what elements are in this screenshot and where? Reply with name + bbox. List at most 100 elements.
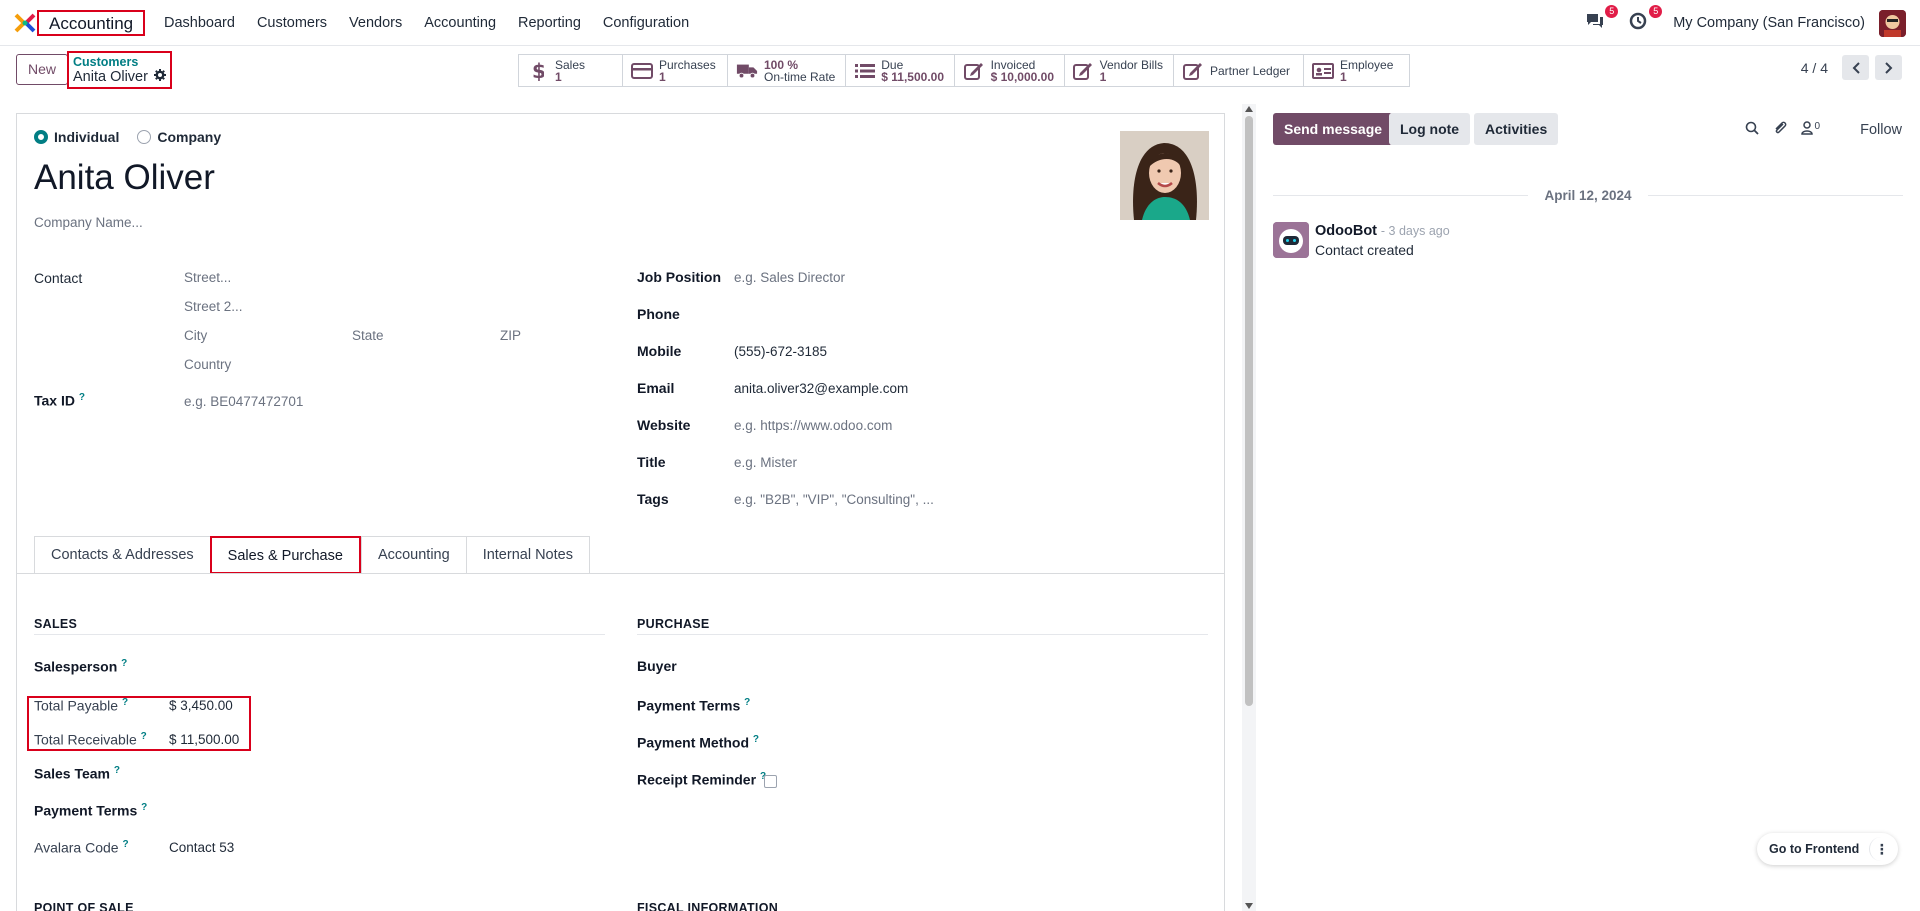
smart-button-employee[interactable]: Employee 1 — [1304, 55, 1409, 86]
chevron-right-icon[interactable] — [1875, 55, 1902, 80]
menu-accounting[interactable]: Accounting — [413, 0, 507, 46]
title-label: Title — [637, 454, 666, 470]
radio-individual[interactable]: Individual — [34, 129, 119, 145]
separator-line — [1273, 194, 1529, 196]
help-icon[interactable]: ? — [79, 392, 85, 403]
street2-input[interactable]: Street 2... — [184, 299, 243, 314]
tab-accounting[interactable]: Accounting — [360, 536, 466, 574]
email-input[interactable]: anita.oliver32@example.com — [734, 381, 908, 396]
clock-icon[interactable]: 5 — [1629, 5, 1663, 34]
radio-company[interactable]: Company — [137, 129, 221, 145]
company-switcher[interactable]: My Company (San Francisco) — [1673, 15, 1865, 31]
search-icon[interactable] — [1745, 121, 1759, 138]
go-to-frontend: Go to Frontend ⋮ — [1757, 833, 1899, 865]
tab-internal-notes[interactable]: Internal Notes — [465, 536, 590, 574]
menu-dashboard[interactable]: Dashboard — [153, 0, 246, 46]
followers-count: 0 — [1814, 121, 1821, 132]
contact-label: Contact — [34, 270, 83, 286]
mobile-input[interactable]: (555)-672-3185 — [734, 344, 827, 359]
help-icon[interactable]: ? — [744, 697, 750, 708]
gear-icon[interactable] — [153, 69, 166, 86]
odoo-apps-logo-icon[interactable] — [14, 13, 36, 33]
state-select[interactable]: State — [352, 328, 384, 343]
notebook-tabs: Contacts & Addresses Sales & Purchase Ac… — [34, 536, 590, 574]
email-label: Email — [637, 380, 675, 396]
radio-empty-icon — [137, 130, 152, 144]
breadcrumb: Customers Anita Oliver — [67, 51, 172, 89]
chevron-left-icon[interactable] — [1842, 55, 1869, 80]
smart-label: Partner Ledger — [1210, 63, 1291, 78]
help-icon[interactable]: ? — [141, 731, 147, 742]
smart-button-purchases[interactable]: Purchases 1 — [623, 55, 728, 86]
menu-configuration[interactable]: Configuration — [592, 0, 700, 46]
salesperson-label-text: Salesperson — [34, 658, 118, 675]
message-author[interactable]: OdooBot — [1315, 223, 1377, 239]
title-select[interactable]: e.g. Mister — [734, 455, 797, 470]
smart-button-invoiced[interactable]: Invoiced $ 10,000.00 — [955, 55, 1065, 86]
go-to-frontend-button[interactable]: Go to Frontend — [1769, 842, 1869, 856]
chatter-message: OdooBot - 3 days ago Contact created — [1273, 222, 1450, 258]
chat-bubbles-icon[interactable]: 5 — [1585, 5, 1619, 34]
paperclip-icon[interactable] — [1773, 120, 1787, 139]
partner-name-field[interactable]: Anita Oliver — [34, 158, 215, 198]
menu-customers[interactable]: Customers — [246, 0, 338, 46]
job-position-input[interactable]: e.g. Sales Director — [734, 270, 845, 285]
help-icon[interactable]: ? — [122, 697, 128, 708]
smart-button-partner-ledger[interactable]: Partner Ledger — [1174, 55, 1304, 86]
pager-value[interactable]: 4 / 4 — [1801, 60, 1828, 76]
tags-input[interactable]: e.g. "B2B", "VIP", "Consulting", ... — [734, 492, 934, 507]
city-input[interactable]: City — [184, 328, 207, 343]
contact-photo[interactable] — [1120, 131, 1209, 220]
menu-vendors[interactable]: Vendors — [338, 0, 413, 46]
zip-input[interactable]: ZIP — [500, 328, 521, 343]
website-input[interactable]: e.g. https://www.odoo.com — [734, 418, 892, 433]
sales-payment-terms-label-text: Payment Terms — [34, 802, 138, 819]
systray: 5 5 My Company (San Francisco) — [1585, 0, 1920, 46]
street-input[interactable]: Street... — [184, 270, 231, 285]
receipt-reminder-checkbox[interactable] — [764, 775, 777, 788]
odoobot-avatar[interactable] — [1273, 222, 1309, 258]
kebab-menu-icon[interactable]: ⋮ — [1869, 837, 1893, 861]
receipt-reminder-label-text: Receipt Reminder — [637, 771, 757, 788]
app-name[interactable]: Accounting — [37, 10, 146, 36]
smart-button-due[interactable]: Due $ 11,500.00 — [846, 55, 955, 86]
total-receivable-value: $ 11,500.00 — [169, 732, 240, 747]
new-button[interactable]: New — [16, 54, 69, 85]
help-icon[interactable]: ? — [114, 765, 120, 776]
help-icon[interactable]: ? — [122, 839, 128, 850]
smart-button-vendor-bills[interactable]: Vendor Bills 1 — [1065, 55, 1174, 86]
sales-section-title: SALES — [34, 617, 78, 631]
help-icon[interactable]: ? — [121, 658, 127, 669]
scrollbar-thumb[interactable] — [1245, 116, 1253, 706]
smart-button-sales[interactable]: $ Sales 1 — [519, 55, 623, 86]
radio-label: Company — [157, 129, 222, 145]
tab-contacts-addresses[interactable]: Contacts & Addresses — [34, 536, 210, 574]
log-note-button[interactable]: Log note — [1389, 113, 1471, 145]
company-name-input[interactable]: Company Name... — [34, 215, 143, 230]
help-icon[interactable]: ? — [753, 734, 759, 745]
user-avatar[interactable] — [1879, 9, 1906, 37]
main-navbar: Accounting Dashboard Customers Vendors A… — [0, 0, 1920, 46]
smart-label: Purchases — [659, 57, 716, 72]
scroll-up-icon[interactable] — [1245, 106, 1253, 112]
tab-divider — [17, 573, 1224, 574]
form-scrollbar[interactable] — [1242, 104, 1256, 911]
smart-button-on-time-rate[interactable]: 100 % On-time Rate — [728, 55, 846, 86]
followers-button[interactable]: 0 — [1800, 121, 1821, 138]
purchase-divider — [637, 634, 1208, 635]
scroll-down-icon[interactable] — [1245, 903, 1253, 909]
taxid-input[interactable]: e.g. BE0477472701 — [184, 394, 303, 409]
menu-reporting[interactable]: Reporting — [507, 0, 592, 46]
smart-value: 1 — [1099, 69, 1107, 84]
country-select[interactable]: Country — [184, 357, 231, 372]
help-icon[interactable]: ? — [141, 802, 147, 813]
follow-button[interactable]: Follow — [1860, 122, 1902, 138]
message-date: - 3 days ago — [1380, 224, 1450, 238]
send-message-button[interactable]: Send message — [1273, 113, 1394, 145]
tab-sales-purchase[interactable]: Sales & Purchase — [209, 536, 361, 574]
purchase-payment-terms-label: Payment Terms ? — [637, 697, 750, 714]
breadcrumb-customers[interactable]: Customers — [73, 55, 166, 69]
activities-button[interactable]: Activities — [1474, 113, 1559, 145]
avalara-label: Avalara Code ? — [34, 839, 129, 856]
avalara-value[interactable]: Contact 53 — [169, 840, 234, 855]
